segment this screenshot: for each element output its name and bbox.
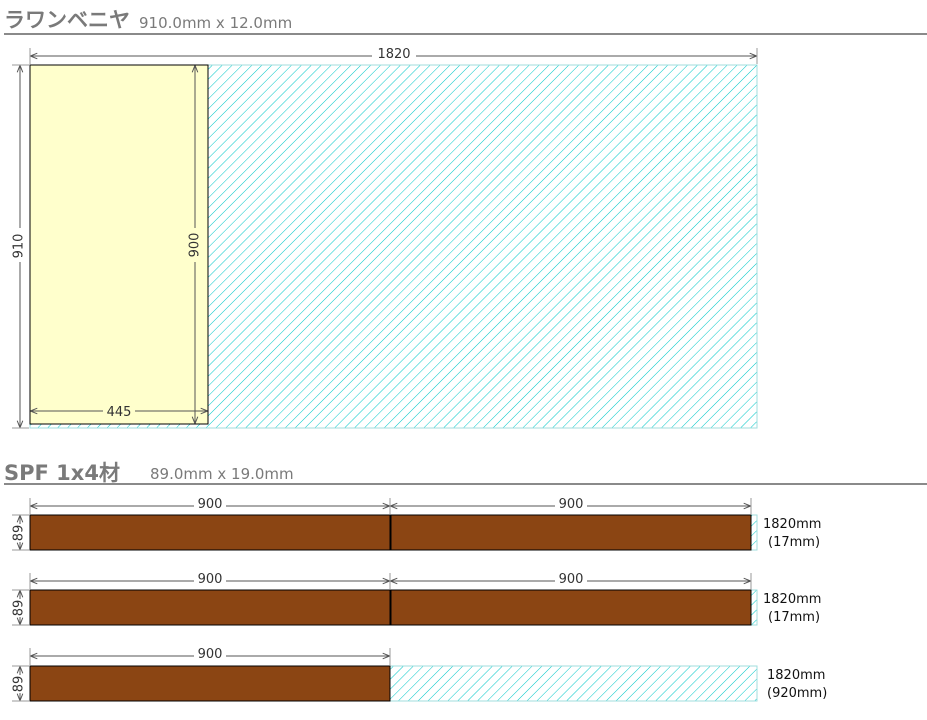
board-width-label: 89 — [12, 525, 27, 542]
part-height-label: 900 — [188, 233, 203, 258]
board-remainder: (920mm) — [767, 686, 828, 701]
board-remainder: (17mm) — [768, 610, 821, 625]
cut-length-label: 900 — [559, 572, 584, 587]
sheet-height-dimension: 910 — [12, 64, 29, 429]
board-width-label: 89 — [12, 600, 27, 617]
board-length: 1820mm — [763, 517, 822, 532]
spf-board-3: 89 900 — [12, 646, 758, 702]
board-length: 1820mm — [763, 592, 822, 607]
spf-board-2: 89 900 900 — [12, 571, 758, 626]
board-piece — [29, 589, 391, 626]
plywood-part — [29, 64, 209, 425]
board-length-info: 1820mm (17mm) — [763, 516, 821, 552]
sheet-width-label: 1820 — [377, 47, 410, 62]
cut-length-label: 900 — [198, 572, 223, 587]
cut-length-label: 900 — [198, 647, 223, 662]
board-piece — [390, 514, 752, 551]
cut-length-label: 900 — [198, 497, 223, 512]
plywood-sheet: 1820 910 900 445 — [12, 46, 758, 429]
board-width-label: 89 — [12, 676, 27, 693]
spf-board-1: 89 900 900 — [12, 496, 758, 551]
board-length: 1820mm — [767, 668, 826, 683]
board-remainder: (17mm) — [768, 535, 821, 550]
board-length-info: 1820mm (17mm) — [763, 591, 821, 627]
part-width-label: 445 — [107, 405, 132, 420]
cut-length-label: 900 — [559, 497, 584, 512]
board-piece — [29, 514, 391, 551]
board-piece — [29, 665, 391, 702]
sheet-height-label: 910 — [12, 234, 27, 259]
board-length-info: 1820mm (920mm) — [767, 667, 827, 703]
sheet-width-dimension: 1820 — [29, 46, 758, 64]
board-piece — [390, 589, 752, 626]
